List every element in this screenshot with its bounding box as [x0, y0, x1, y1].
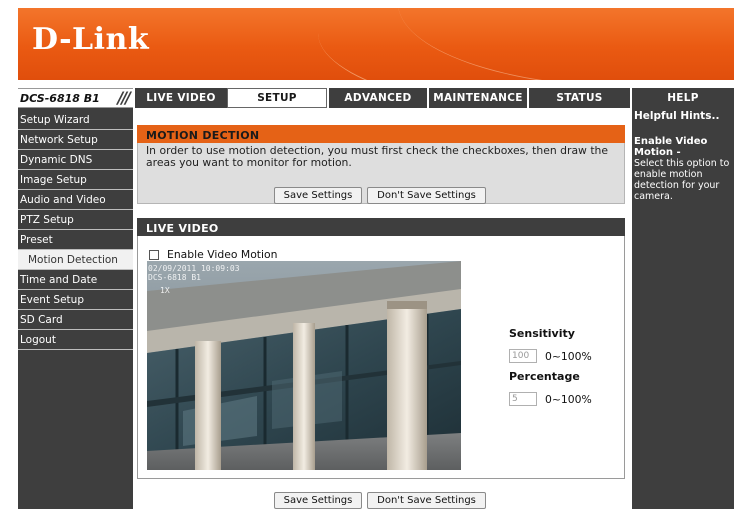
footer-dont-save-settings-button[interactable]: Don't Save Settings	[367, 492, 486, 509]
sidebar-item-event-setup[interactable]: Event Setup	[18, 290, 133, 310]
hints-title: Helpful Hints..	[634, 110, 720, 122]
enable-video-motion-label: Enable Video Motion	[167, 248, 278, 261]
sidebar-menu: Setup Wizard Network Setup Dynamic DNS I…	[18, 110, 133, 350]
app-frame: D-Link DCS-6818 B1 /// LIVE VIDEO SETUP …	[18, 8, 734, 509]
tab-status[interactable]: STATUS	[527, 88, 630, 108]
main-content: MOTION DECTION In order to use motion de…	[133, 108, 630, 509]
percentage-label: Percentage	[509, 370, 580, 383]
tab-help[interactable]: HELP	[630, 88, 734, 108]
dlink-logo: D-Link	[32, 22, 150, 57]
motion-panel-title: MOTION DECTION	[137, 125, 625, 143]
sidebar-item-motion-detection[interactable]: Motion Detection	[18, 250, 133, 270]
save-settings-button[interactable]: Save Settings	[274, 187, 362, 204]
enable-video-motion-checkbox[interactable]	[149, 249, 159, 260]
top-nav: DCS-6818 B1 /// LIVE VIDEO SETUP ADVANCE…	[18, 88, 734, 108]
video-osd: 02/09/2011 10:09:03 DCS-6818 B1	[148, 264, 240, 282]
tab-live-video[interactable]: LIVE VIDEO	[133, 88, 227, 108]
tab-maintenance[interactable]: MAINTENANCE	[427, 88, 527, 108]
percentage-input[interactable]	[509, 392, 537, 406]
header-banner: D-Link	[18, 8, 734, 80]
camera-scene	[147, 261, 461, 470]
helpful-hints-panel: Helpful Hints.. Enable Video Motion - Se…	[630, 108, 734, 509]
sidebar-item-setup-wizard[interactable]: Setup Wizard	[18, 110, 133, 130]
dont-save-settings-button[interactable]: Don't Save Settings	[367, 187, 486, 204]
enable-video-motion-row: Enable Video Motion	[149, 248, 278, 261]
sidebar-item-ptz-setup[interactable]: PTZ Setup	[18, 210, 133, 230]
sensitivity-label: Sensitivity	[509, 327, 575, 340]
hints-subtitle: Enable Video Motion -	[634, 136, 708, 158]
sidebar-item-time-date[interactable]: Time and Date	[18, 270, 133, 290]
sidebar-item-network-setup[interactable]: Network Setup	[18, 130, 133, 150]
sidebar-item-audio-video[interactable]: Audio and Video	[18, 190, 133, 210]
live-video-title: LIVE VIDEO	[137, 218, 625, 236]
sensitivity-range: 0~100%	[545, 350, 592, 363]
osd-camera-name: DCS-6818 B1	[148, 273, 201, 282]
camera-video-feed[interactable]: 02/09/2011 10:09:03 DCS-6818 B1 1X	[147, 261, 461, 470]
tab-advanced[interactable]: ADVANCED	[327, 88, 427, 108]
sidebar-item-logout[interactable]: Logout	[18, 330, 133, 350]
footer-save-settings-button[interactable]: Save Settings	[274, 492, 362, 509]
sidebar-item-sd-card[interactable]: SD Card	[18, 310, 133, 330]
model-name: DCS-6818 B1	[20, 92, 100, 105]
model-label: DCS-6818 B1 ///	[18, 88, 133, 108]
sensitivity-input[interactable]	[509, 349, 537, 363]
percentage-range: 0~100%	[545, 393, 592, 406]
osd-zoom: 1X	[160, 286, 170, 295]
header-divider	[18, 80, 734, 88]
tab-setup[interactable]: SETUP	[227, 88, 327, 108]
motion-description: In order to use motion detection, you mu…	[146, 144, 609, 169]
sidebar-item-dynamic-dns[interactable]: Dynamic DNS	[18, 150, 133, 170]
hints-body: Select this option to enable motion dete…	[634, 158, 730, 202]
sidebar-item-preset[interactable]: Preset	[18, 230, 133, 250]
osd-timestamp: 02/09/2011 10:09:03	[148, 264, 240, 273]
sidebar-item-image-setup[interactable]: Image Setup	[18, 170, 133, 190]
model-slashes: ///	[117, 88, 130, 107]
